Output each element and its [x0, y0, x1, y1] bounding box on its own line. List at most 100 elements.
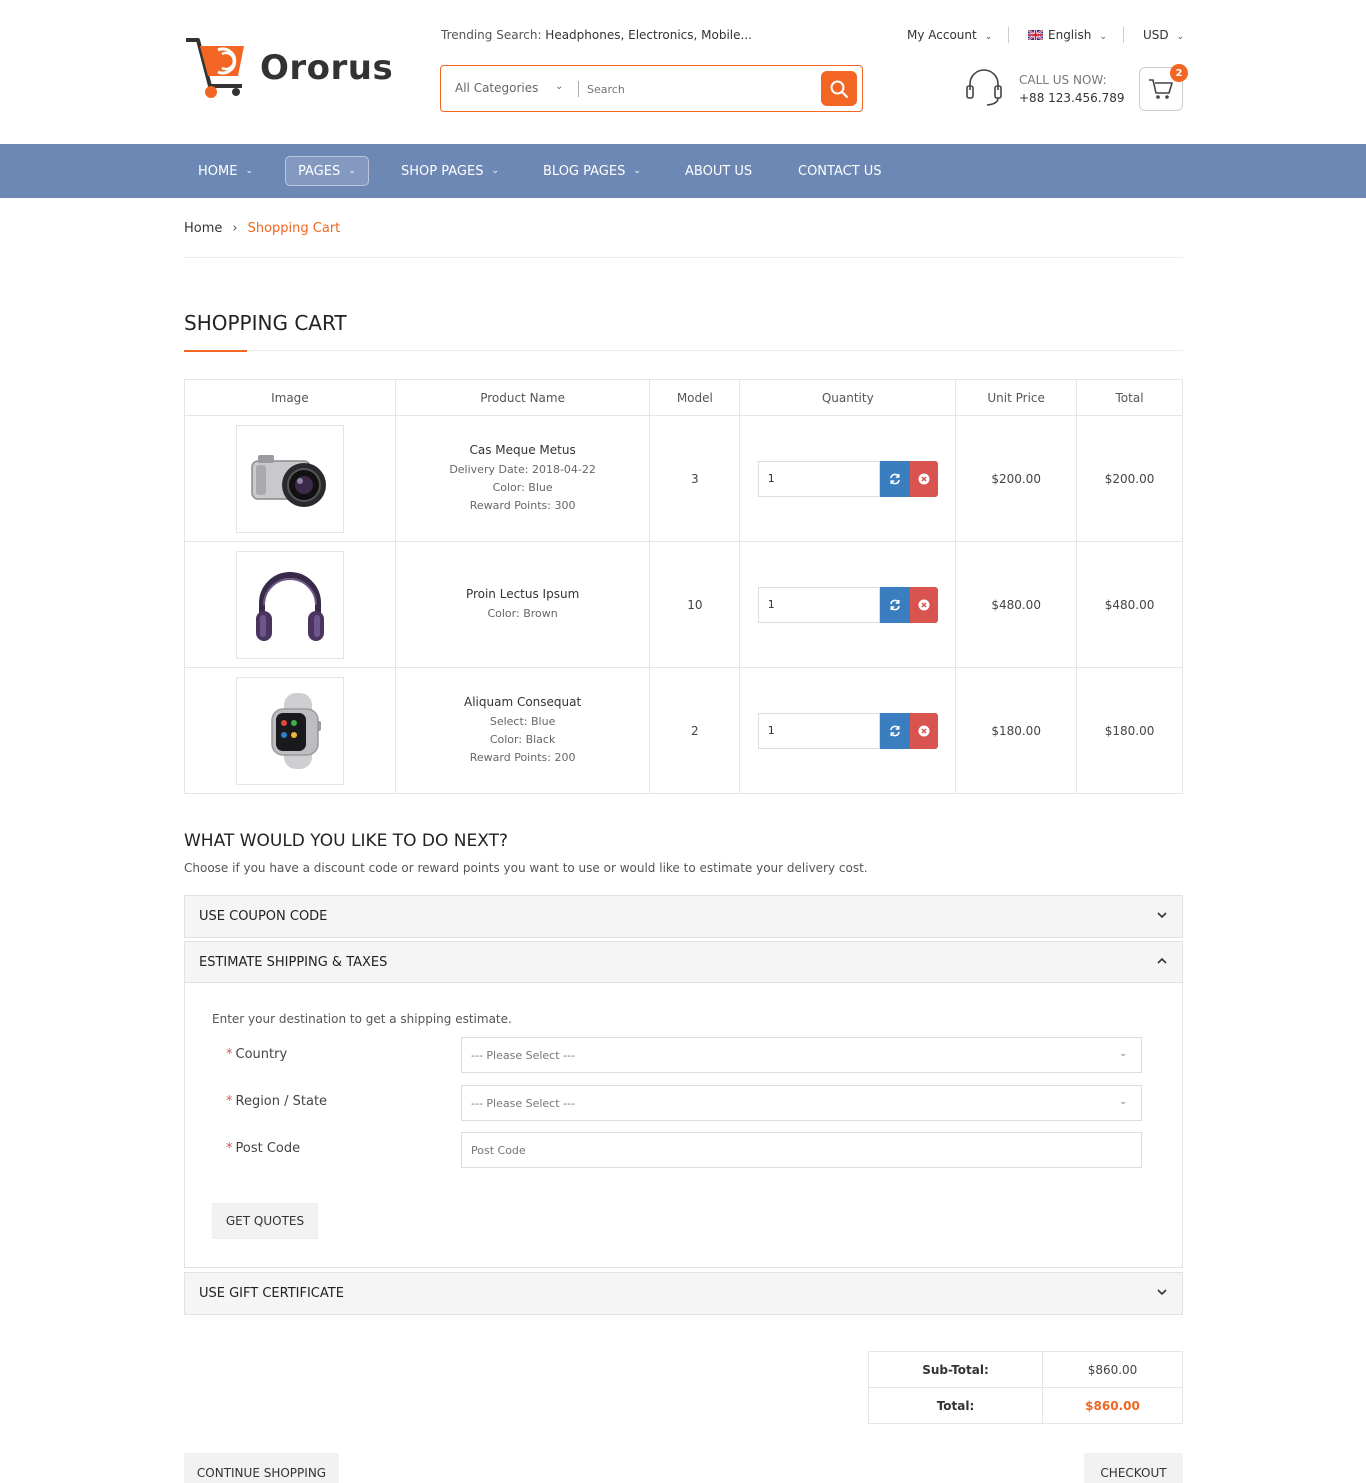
logo[interactable]: Ororus: [184, 36, 393, 102]
update-button[interactable]: [879, 460, 910, 497]
search-bar: All Categories ⌄: [440, 65, 863, 112]
search-input[interactable]: [587, 77, 807, 101]
shipping-panel-toggle[interactable]: ESTIMATE SHIPPING & TAXES: [185, 942, 1182, 983]
cell-product-name: Aliquam Consequat Select: Blue Color: Bl…: [394, 667, 651, 794]
subtotal-value: $860.00: [1042, 1351, 1183, 1388]
nav-shop-pages[interactable]: SHOP PAGES ⌄: [401, 156, 499, 186]
main-nav: HOME ⌄ PAGES ⌄ SHOP PAGES ⌄ BLOG PAGES ⌄ ABO…: [0, 144, 1366, 198]
chevron-up-icon: [1157, 957, 1167, 964]
product-option: Color: Black: [489, 732, 556, 746]
shipping-form: Enter your destination to get a shipping…: [185, 983, 1182, 1267]
category-select[interactable]: All Categories: [455, 81, 538, 95]
gift-panel-toggle[interactable]: USE GIFT CERTIFICATE: [185, 1273, 1182, 1314]
smartwatch-icon: [271, 692, 321, 769]
currency-label: USD: [1143, 28, 1169, 42]
nav-pages-label: PAGES: [298, 163, 341, 179]
cell-total: $480.00: [1076, 541, 1183, 668]
chevron-down-icon: ⌄: [1176, 32, 1185, 42]
my-account-label: My Account: [907, 28, 977, 42]
cell-quantity: [739, 541, 957, 668]
total-label: Total:: [868, 1387, 1043, 1424]
nav-about-us[interactable]: ABOUT US: [685, 156, 752, 186]
checkout-button[interactable]: CHECKOUT: [1084, 1453, 1183, 1483]
chevron-down-icon: ⌄: [1099, 32, 1107, 42]
trending-items[interactable]: Headphones, Electronics, Mobile...: [541, 28, 752, 42]
breadcrumb-home[interactable]: Home: [184, 221, 222, 236]
update-button[interactable]: [879, 712, 910, 749]
country-select-value: --- Please Select ---: [471, 1048, 575, 1062]
subtotal-label: Sub-Total:: [868, 1351, 1043, 1388]
close-circle-icon: [918, 599, 930, 610]
cell-image: [184, 667, 396, 794]
product-option: Color: Blue: [492, 480, 553, 494]
country-label: * Country: [226, 1047, 288, 1062]
cell-product-name: Cas Meque Metus Delivery Date: 2018-04-2…: [394, 415, 651, 542]
nav-blog-pages[interactable]: BLOG PAGES ⌄: [543, 156, 641, 186]
product-option: Select: Blue: [489, 714, 556, 728]
remove-button[interactable]: [909, 712, 938, 749]
headphones-icon: [255, 571, 324, 641]
col-model: Model: [649, 379, 741, 416]
refresh-icon: [889, 725, 900, 736]
nav-contact-label: CONTACT US: [798, 163, 882, 179]
quantity-input[interactable]: [757, 712, 880, 749]
nav-contact-us[interactable]: CONTACT US: [798, 156, 882, 186]
shipping-description: Enter your destination to get a shipping…: [212, 1012, 512, 1026]
cell-unit-price: $200.00: [955, 415, 1078, 542]
close-circle-icon: [918, 473, 930, 484]
product-image[interactable]: [235, 676, 344, 785]
remove-button[interactable]: [909, 586, 938, 623]
remove-button[interactable]: [909, 460, 938, 497]
get-quotes-button[interactable]: GET QUOTES: [212, 1203, 318, 1239]
logo-text: Ororus: [260, 48, 394, 88]
nav-home[interactable]: HOME ⌄: [198, 156, 253, 186]
chevron-down-icon: ⌄: [633, 166, 641, 176]
shipping-panel-title: ESTIMATE SHIPPING & TAXES: [199, 954, 388, 970]
product-option: Reward Points: 200: [469, 750, 576, 764]
quantity-input[interactable]: [757, 460, 880, 497]
product-name[interactable]: Aliquam Consequat: [396, 695, 650, 709]
shipping-panel: ESTIMATE SHIPPING & TAXES Enter your des…: [184, 941, 1183, 1268]
chevron-down-icon: [1157, 1289, 1167, 1296]
chevron-down-icon: ⌄: [1119, 1049, 1127, 1059]
language-menu[interactable]: English ⌄: [1027, 28, 1107, 42]
currency-menu[interactable]: USD ⌄: [1143, 28, 1184, 42]
product-image[interactable]: [235, 550, 344, 659]
postcode-input[interactable]: [461, 1132, 1142, 1168]
divider: [184, 350, 1183, 351]
page-title: SHOPPING CART: [184, 311, 347, 335]
cell-image: [184, 541, 396, 668]
breadcrumb: Home › Shopping Cart: [184, 221, 340, 236]
product-name[interactable]: Proin Lectus Ipsum: [396, 587, 650, 601]
table-row: Proin Lectus Ipsum Color: Brown 10 $480.…: [184, 541, 1183, 668]
title-underline: [184, 350, 247, 352]
search-button[interactable]: [821, 71, 857, 106]
region-label: * Region / State: [226, 1094, 328, 1109]
quantity-input[interactable]: [757, 586, 880, 623]
cell-unit-price: $180.00: [955, 667, 1078, 794]
chevron-right-icon: ›: [232, 221, 238, 236]
chevron-down-icon: ⌄: [984, 32, 993, 42]
product-name[interactable]: Cas Meque Metus: [396, 443, 650, 457]
call-us-number[interactable]: +88 123.456.789: [1019, 91, 1124, 105]
region-select[interactable]: --- Please Select --- ⌄: [461, 1085, 1142, 1121]
table-row: Aliquam Consequat Select: Blue Color: Bl…: [184, 667, 1183, 794]
chevron-down-icon: ⌄: [555, 81, 564, 92]
continue-shopping-button[interactable]: CONTINUE SHOPPING: [184, 1453, 339, 1483]
search-icon: [830, 80, 849, 98]
col-image: Image: [184, 379, 396, 416]
chevron-down-icon: ⌄: [245, 166, 253, 176]
chevron-down-icon: ⌄: [491, 166, 499, 176]
coupon-panel-toggle[interactable]: USE COUPON CODE: [185, 896, 1182, 937]
my-account-menu[interactable]: My Account ⌄: [907, 28, 992, 42]
language-label: English: [1048, 28, 1092, 42]
nav-pages[interactable]: PAGES ⌄: [285, 156, 369, 186]
update-button[interactable]: [879, 586, 910, 623]
table-row: Sub-Total: $860.00: [868, 1351, 1183, 1388]
country-select[interactable]: --- Please Select --- ⌄: [461, 1037, 1142, 1073]
call-us-label: CALL US NOW:: [1019, 73, 1107, 87]
col-total: Total: [1076, 379, 1183, 416]
gift-panel: USE GIFT CERTIFICATE: [184, 1272, 1183, 1315]
product-image[interactable]: [235, 424, 344, 533]
nav-blog-pages-label: BLOG PAGES: [543, 163, 626, 179]
